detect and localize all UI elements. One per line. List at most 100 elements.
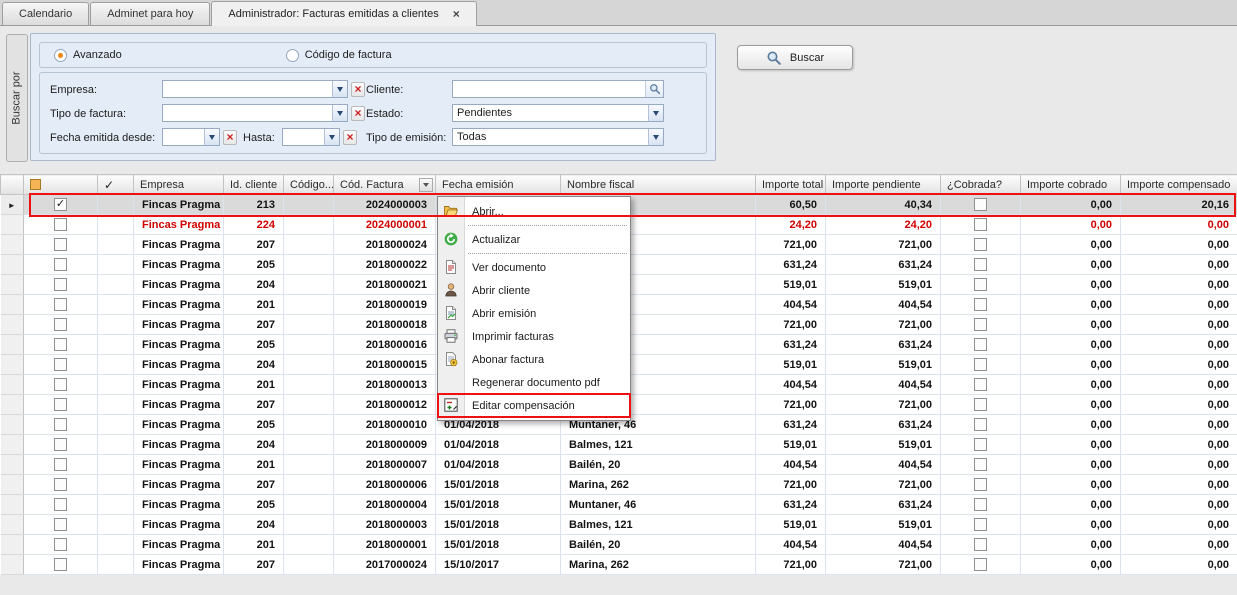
menu-item-regenerar-documento-pdf[interactable]: Regenerar documento pdf <box>438 371 630 394</box>
cell-cobrada[interactable] <box>941 315 1021 335</box>
row-selector-cell[interactable] <box>1 395 24 415</box>
header-importe-compensado[interactable]: Importe compensado <box>1121 175 1237 195</box>
row-select-checkbox[interactable] <box>54 398 67 411</box>
table-row[interactable]: Fincas Pragma207201800000615/01/2018Mari… <box>1 475 1237 495</box>
menu-item-ver-documento[interactable]: Ver documento <box>438 256 630 279</box>
row-select-cell[interactable] <box>24 475 98 495</box>
cobrada-checkbox[interactable] <box>974 458 987 471</box>
chevron-down-icon[interactable] <box>332 105 347 121</box>
tipo-factura-combo[interactable] <box>162 104 348 122</box>
row-selector-cell[interactable] <box>1 515 24 535</box>
row-select-cell[interactable] <box>24 215 98 235</box>
filter-dropdown-icon[interactable] <box>419 178 433 192</box>
cell-cobrada[interactable] <box>941 235 1021 255</box>
cell-cobrada[interactable] <box>941 535 1021 555</box>
row-selector-cell[interactable] <box>1 495 24 515</box>
cell-cobrada[interactable] <box>941 375 1021 395</box>
cell-cobrada[interactable] <box>941 215 1021 235</box>
header-empresa[interactable]: Empresa <box>134 175 224 195</box>
row-select-checkbox[interactable] <box>54 298 67 311</box>
header-select-all[interactable] <box>24 175 98 195</box>
cobrada-checkbox[interactable] <box>974 398 987 411</box>
cobrada-checkbox[interactable] <box>974 218 987 231</box>
buscar-button[interactable]: Buscar <box>737 45 853 70</box>
row-select-checkbox[interactable] <box>54 558 67 571</box>
cell-cobrada[interactable] <box>941 355 1021 375</box>
menu-item-abrir-cliente[interactable]: Abrir cliente <box>438 279 630 302</box>
cell-cobrada[interactable] <box>941 255 1021 275</box>
row-selector-cell[interactable] <box>1 455 24 475</box>
row-select-checkbox[interactable] <box>54 278 67 291</box>
row-selector-cell[interactable]: ► <box>1 195 24 215</box>
fecha-desde-clear-button[interactable]: × <box>223 130 237 145</box>
row-select-checkbox[interactable] <box>54 518 67 531</box>
header-cod-factura[interactable]: Cód. Factura <box>334 175 436 195</box>
row-select-checkbox[interactable] <box>54 498 67 511</box>
hasta-combo[interactable] <box>282 128 340 146</box>
fecha-desde-combo[interactable] <box>162 128 220 146</box>
row-selector-cell[interactable] <box>1 555 24 575</box>
cobrada-checkbox[interactable] <box>974 418 987 431</box>
tipo-emision-combo[interactable]: Todas <box>452 128 664 146</box>
row-select-cell[interactable] <box>24 255 98 275</box>
table-row[interactable]: Fincas Pragma204201800000315/01/2018Balm… <box>1 515 1237 535</box>
table-row[interactable]: Fincas Pragma201201800000701/04/2018Bail… <box>1 455 1237 475</box>
row-select-cell[interactable] <box>24 395 98 415</box>
row-select-cell[interactable] <box>24 375 98 395</box>
row-select-cell[interactable] <box>24 315 98 335</box>
row-select-checkbox[interactable] <box>54 318 67 331</box>
row-selector-cell[interactable] <box>1 435 24 455</box>
header-cobrada[interactable]: ¿Cobrada? <box>941 175 1021 195</box>
cobrada-checkbox[interactable] <box>974 198 987 211</box>
row-select-cell[interactable] <box>24 455 98 475</box>
empresa-clear-button[interactable]: × <box>351 82 365 97</box>
cell-cobrada[interactable] <box>941 335 1021 355</box>
row-selector-cell[interactable] <box>1 215 24 235</box>
row-selector-cell[interactable] <box>1 315 24 335</box>
row-selector-cell[interactable] <box>1 415 24 435</box>
cobrada-checkbox[interactable] <box>974 478 987 491</box>
row-selector-cell[interactable] <box>1 535 24 555</box>
cell-cobrada[interactable] <box>941 515 1021 535</box>
row-select-cell[interactable] <box>24 235 98 255</box>
radio-avanzado[interactable] <box>54 49 67 62</box>
radio-codigo-factura[interactable] <box>286 49 299 62</box>
header-check-column[interactable]: ✓ <box>98 175 134 195</box>
row-select-checkbox[interactable] <box>54 458 67 471</box>
cobrada-checkbox[interactable] <box>974 278 987 291</box>
cell-cobrada[interactable] <box>941 435 1021 455</box>
cell-cobrada[interactable] <box>941 295 1021 315</box>
header-importe-pendiente[interactable]: Importe pendiente <box>826 175 941 195</box>
row-select-cell[interactable] <box>24 495 98 515</box>
row-select-checkbox[interactable]: ✓ <box>54 198 67 211</box>
row-selector-cell[interactable] <box>1 255 24 275</box>
cell-cobrada[interactable] <box>941 455 1021 475</box>
header-importe-cobrado[interactable]: Importe cobrado <box>1021 175 1121 195</box>
cobrada-checkbox[interactable] <box>974 238 987 251</box>
row-select-cell[interactable] <box>24 415 98 435</box>
row-selector-cell[interactable] <box>1 275 24 295</box>
chevron-down-icon[interactable] <box>324 129 339 145</box>
menu-item-actualizar[interactable]: Actualizar <box>438 228 630 251</box>
tab-adminet-para-hoy[interactable]: Adminet para hoy <box>90 2 210 25</box>
empresa-combo[interactable] <box>162 80 348 98</box>
cobrada-checkbox[interactable] <box>974 558 987 571</box>
row-select-checkbox[interactable] <box>54 418 67 431</box>
cliente-search-icon[interactable] <box>645 81 663 97</box>
row-selector-cell[interactable] <box>1 475 24 495</box>
cobrada-checkbox[interactable] <box>974 298 987 311</box>
row-select-checkbox[interactable] <box>54 478 67 491</box>
cell-cobrada[interactable] <box>941 415 1021 435</box>
row-select-checkbox[interactable] <box>54 338 67 351</box>
row-select-cell[interactable] <box>24 515 98 535</box>
table-row[interactable]: Fincas Pragma204201800000901/04/2018Balm… <box>1 435 1237 455</box>
table-row[interactable]: Fincas Pragma201201800000115/01/2018Bail… <box>1 535 1237 555</box>
header-importe-total[interactable]: Importe total <box>756 175 826 195</box>
row-select-cell[interactable]: ✓ <box>24 195 98 215</box>
chevron-down-icon[interactable] <box>648 105 663 121</box>
estado-combo[interactable]: Pendientes <box>452 104 664 122</box>
header-codigo[interactable]: Código... <box>284 175 334 195</box>
row-select-cell[interactable] <box>24 275 98 295</box>
menu-item-imprimir-facturas[interactable]: Imprimir facturas <box>438 325 630 348</box>
cobrada-checkbox[interactable] <box>974 498 987 511</box>
